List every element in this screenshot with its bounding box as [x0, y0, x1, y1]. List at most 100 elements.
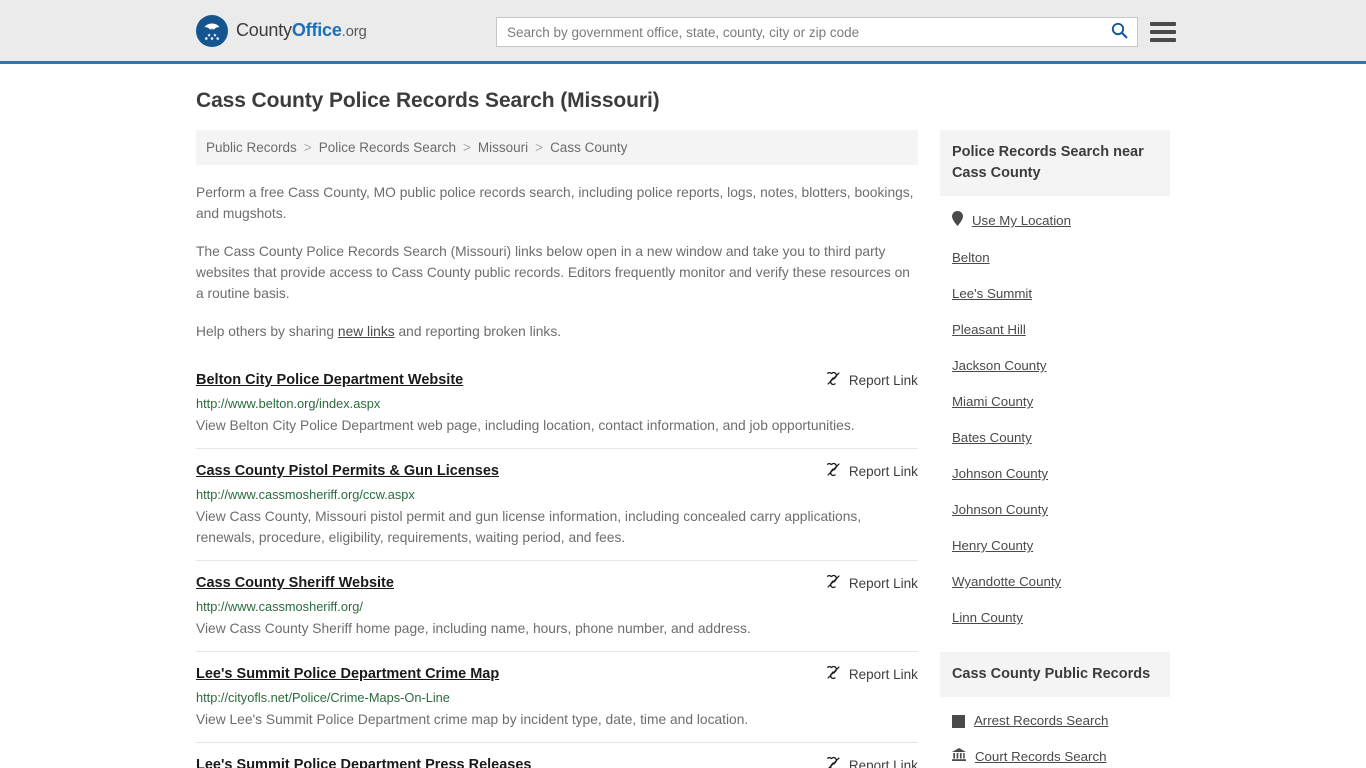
arrest-records-icon	[951, 714, 965, 728]
sidebar-public-records-title: Cass County Public Records	[939, 652, 1170, 697]
main-column: Public Records > Police Records Search >…	[196, 130, 918, 768]
report-link-label: Report Link	[848, 463, 918, 479]
page-title: Cass County Police Records Search (Misso…	[196, 89, 660, 112]
sidebar-item-wyandotte-county[interactable]: Wyandotte County	[940, 564, 1170, 600]
broken-link-icon	[826, 462, 841, 480]
breadcrumb-item-cass-county: Cass County	[550, 140, 628, 155]
sidebar-link[interactable]: Henry County	[952, 537, 1033, 555]
result-description: View Cass County, Missouri pistol permit…	[196, 509, 862, 545]
sidebar-item-belton[interactable]: Belton	[940, 240, 1170, 276]
result-title-link[interactable]: Belton City Police Department Website	[196, 370, 463, 390]
site-header: CountyOffice.org	[0, 0, 1366, 64]
sidebar-link[interactable]: Jackson County	[952, 357, 1047, 375]
sidebar-item-lees-summit[interactable]: Lee's Summit	[940, 276, 1170, 312]
sidebar-item-miami-county[interactable]: Miami County	[940, 384, 1170, 420]
intro-text: Perform a free Cass County, MO public po…	[196, 182, 918, 342]
report-link-button[interactable]: Report Link	[826, 664, 918, 683]
result-header: Belton City Police Department Website Re…	[196, 370, 918, 390]
result-title-link[interactable]: Cass County Sheriff Website	[196, 573, 394, 593]
map-pin-icon	[951, 211, 963, 231]
logo-text-county: County	[236, 20, 292, 40]
result-description: View Lee's Summit Police Department crim…	[196, 712, 749, 727]
search-icon	[1111, 22, 1128, 42]
sidebar-item-use-my-location[interactable]: Use My Location	[940, 196, 1170, 240]
result-title-link[interactable]: Lee's Summit Police Department Crime Map	[196, 664, 499, 684]
menu-bar-3	[1150, 38, 1176, 42]
result-url[interactable]: http://cityofls.net/Police/Crime-Maps-On…	[196, 690, 918, 706]
courthouse-icon	[951, 748, 966, 766]
sidebar-item-arrest-records-search[interactable]: Arrest Records Search	[940, 697, 1170, 739]
menu-bar-2	[1150, 30, 1176, 34]
sidebar-link[interactable]: Miami County	[952, 393, 1033, 411]
sidebar-link[interactable]: Arrest Records Search	[974, 712, 1109, 730]
sidebar-link[interactable]: Belton	[952, 249, 990, 267]
sidebar-item-johnson-county-1[interactable]: Johnson County	[940, 456, 1170, 492]
intro-paragraph-1: Perform a free Cass County, MO public po…	[196, 185, 914, 221]
search-bar[interactable]	[496, 17, 1138, 47]
hamburger-menu-icon[interactable]	[1150, 19, 1176, 45]
result-header: Cass County Sheriff Website Report Link	[196, 573, 918, 593]
report-link-label: Report Link	[848, 575, 918, 591]
sidebar-item-bates-county[interactable]: Bates County	[940, 420, 1170, 456]
report-link-button[interactable]: Report Link	[826, 755, 918, 768]
sidebar-link[interactable]: Court Records Search	[975, 748, 1107, 766]
site-logo-text: CountyOffice.org	[236, 20, 367, 41]
result-url[interactable]: http://www.cassmosheriff.org/ccw.aspx	[196, 487, 918, 503]
sidebar-item-jackson-county[interactable]: Jackson County	[940, 348, 1170, 384]
result-title-link[interactable]: Cass County Pistol Permits & Gun License…	[196, 461, 499, 481]
result-item: Lee's Summit Police Department Press Rel…	[196, 742, 918, 768]
site-logo[interactable]: CountyOffice.org	[196, 14, 367, 47]
breadcrumb: Public Records > Police Records Search >…	[196, 130, 918, 165]
result-title-link[interactable]: Lee's Summit Police Department Press Rel…	[196, 755, 532, 768]
broken-link-icon	[826, 756, 841, 768]
result-header: Lee's Summit Police Department Press Rel…	[196, 755, 918, 768]
sidebar-link[interactable]: Linn County	[952, 609, 1023, 627]
report-link-label: Report Link	[848, 666, 918, 682]
results-list: Belton City Police Department Website Re…	[196, 356, 918, 768]
breadcrumb-separator: >	[535, 140, 544, 155]
result-item: Cass County Pistol Permits & Gun License…	[196, 448, 918, 560]
result-header: Lee's Summit Police Department Crime Map	[196, 664, 918, 684]
sidebar-link[interactable]: Bates County	[952, 429, 1032, 447]
breadcrumb-item-missouri[interactable]: Missouri	[478, 140, 528, 155]
breadcrumb-separator: >	[463, 140, 471, 155]
sidebar-link[interactable]: Use My Location	[972, 212, 1071, 230]
sidebar-nearby-title: Police Records Search near Cass County	[939, 130, 1170, 196]
result-item: Cass County Sheriff Website Report Link …	[196, 560, 918, 651]
report-link-button[interactable]: Report Link	[826, 461, 918, 480]
sidebar-link[interactable]: Johnson County	[952, 501, 1048, 519]
broken-link-icon	[826, 371, 841, 389]
report-link-label: Report Link	[848, 372, 918, 388]
breadcrumb-item-public-records[interactable]: Public Records	[206, 140, 297, 155]
report-link-button[interactable]: Report Link	[826, 370, 918, 389]
logo-text-org: .org	[341, 23, 367, 40]
eagle-seal-icon	[196, 14, 228, 47]
breadcrumb-item-police-records-search[interactable]: Police Records Search	[319, 140, 456, 155]
result-url[interactable]: http://www.belton.org/index.aspx	[196, 396, 918, 412]
broken-link-icon	[826, 665, 841, 683]
result-header: Cass County Pistol Permits & Gun License…	[196, 461, 918, 481]
breadcrumb-separator: >	[303, 140, 312, 155]
sidebar-link[interactable]: Lee's Summit	[952, 285, 1032, 303]
sidebar-item-henry-county[interactable]: Henry County	[940, 528, 1170, 564]
content-columns: Public Records > Police Records Search >…	[196, 130, 1170, 768]
new-links-link[interactable]: new links	[338, 324, 395, 339]
report-link-button[interactable]: Report Link	[826, 573, 918, 592]
sidebar-item-johnson-county-2[interactable]: Johnson County	[940, 492, 1170, 528]
sidebar: Police Records Search near Cass County U…	[939, 130, 1170, 768]
report-link-label: Report Link	[848, 757, 918, 768]
search-input[interactable]	[497, 18, 1101, 46]
sidebar-item-pleasant-hill[interactable]: Pleasant Hill	[940, 312, 1170, 348]
sidebar-link[interactable]: Johnson County	[952, 465, 1048, 483]
help-prefix: Help others by sharing	[196, 324, 338, 339]
sidebar-item-linn-county[interactable]: Linn County	[940, 600, 1170, 636]
result-description: View Cass County Sheriff home page, incl…	[196, 621, 751, 636]
sidebar-item-court-records-search[interactable]: Court Records Search	[940, 739, 1170, 768]
intro-paragraph-3: Help others by sharing new links and rep…	[196, 321, 918, 342]
sidebar-link[interactable]: Pleasant Hill	[952, 321, 1026, 339]
sidebar-link[interactable]: Wyandotte County	[952, 573, 1061, 591]
search-button[interactable]	[1101, 18, 1137, 46]
result-url[interactable]: http://www.cassmosheriff.org/	[196, 599, 918, 615]
sidebar-public-records-list: Arrest Records Search Court Records Sear…	[940, 697, 1170, 768]
